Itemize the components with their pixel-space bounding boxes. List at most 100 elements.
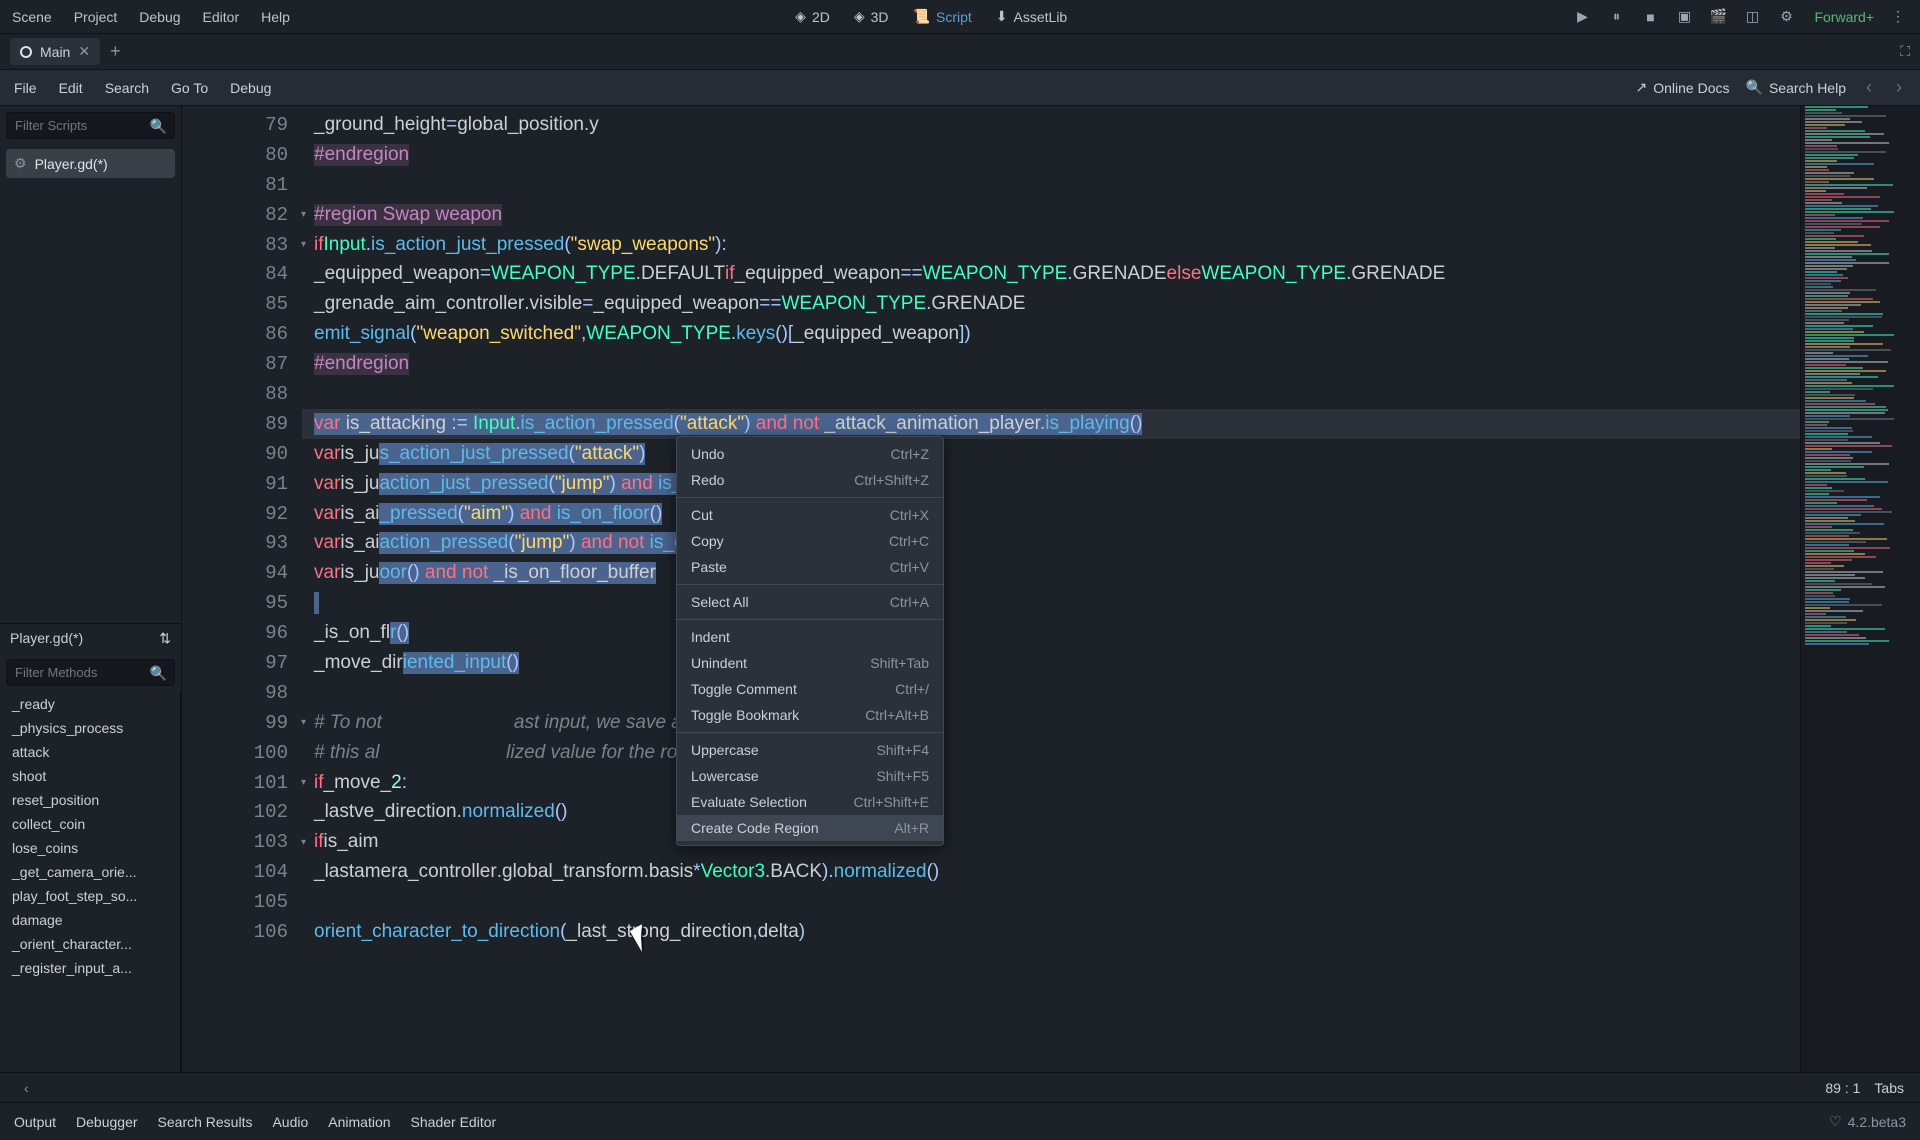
view-script[interactable]: 📜 Script — [913, 8, 972, 25]
code-line[interactable]: _last amera_controller.global_transform.… — [302, 857, 1800, 887]
context-uppercase[interactable]: UppercaseShift+F4 — [677, 737, 943, 763]
code-line[interactable]: _ground_height = global_position.y — [302, 110, 1800, 140]
method-item[interactable]: play_foot_step_so... — [0, 884, 180, 908]
code-line[interactable]: if _move_ 2: — [302, 768, 1800, 798]
render-mode[interactable]: Forward+ — [1814, 9, 1874, 25]
bottom-tab-debugger[interactable]: Debugger — [76, 1114, 138, 1130]
method-item[interactable]: collect_coin — [0, 812, 180, 836]
script-menu-debug[interactable]: Debug — [230, 80, 271, 96]
method-item[interactable]: _ready — [0, 692, 180, 716]
code-line[interactable]: #endregion — [302, 140, 1800, 170]
code-line[interactable] — [302, 887, 1800, 917]
code-line[interactable]: emit_signal("weapon_switched", WEAPON_TY… — [302, 319, 1800, 349]
remote-icon[interactable]: ▣ — [1674, 7, 1694, 27]
close-tab-icon[interactable]: ✕ — [78, 43, 90, 60]
context-unindent[interactable]: UnindentShift+Tab — [677, 650, 943, 676]
method-item[interactable]: _register_input_a... — [0, 956, 180, 980]
script-menu-go-to[interactable]: Go To — [171, 80, 208, 96]
method-item[interactable]: reset_position — [0, 788, 180, 812]
view-2d[interactable]: ◈ 2D — [795, 8, 830, 25]
search-icon[interactable]: 🔍 — [150, 118, 167, 135]
method-item[interactable]: attack — [0, 740, 180, 764]
script-menu-file[interactable]: File — [14, 80, 37, 96]
code-line[interactable]: var is_ai _pressed("aim") and is_on_floo… — [302, 499, 1800, 529]
context-lowercase[interactable]: LowercaseShift+F5 — [677, 763, 943, 789]
code-line[interactable] — [302, 588, 1800, 618]
online-docs-button[interactable]: ↗ Online Docs — [1636, 79, 1730, 96]
menu-debug[interactable]: Debug — [139, 9, 180, 25]
menu-scene[interactable]: Scene — [12, 9, 52, 25]
code-line[interactable]: var is_ju oor() and not _is_on_floor_buf… — [302, 558, 1800, 588]
pause-icon[interactable]: ⏸ — [1606, 7, 1626, 27]
context-indent[interactable]: Indent — [677, 624, 943, 650]
code-line[interactable] — [302, 678, 1800, 708]
stop-icon[interactable]: ■ — [1640, 7, 1660, 27]
code-line[interactable]: # this al lized value for the rotation b… — [302, 738, 1800, 768]
code-line[interactable]: _equipped_weapon = WEAPON_TYPE.DEFAULT i… — [302, 259, 1800, 289]
method-item[interactable]: _physics_process — [0, 716, 180, 740]
method-item[interactable]: lose_coins — [0, 836, 180, 860]
menu-help[interactable]: Help — [261, 9, 290, 25]
menu-editor[interactable]: Editor — [203, 9, 240, 25]
search-icon[interactable]: 🔍 — [150, 665, 167, 682]
code-line[interactable]: _is_on_fl r() — [302, 618, 1800, 648]
indent-mode[interactable]: Tabs — [1874, 1080, 1904, 1096]
context-toggle-comment[interactable]: Toggle CommentCtrl+/ — [677, 676, 943, 702]
context-toggle-bookmark[interactable]: Toggle BookmarkCtrl+Alt+B — [677, 702, 943, 728]
minimap[interactable] — [1800, 106, 1920, 1072]
context-copy[interactable]: CopyCtrl+C — [677, 528, 943, 554]
code-line[interactable]: #endregion — [302, 349, 1800, 379]
context-select-all[interactable]: Select AllCtrl+A — [677, 589, 943, 615]
code-line[interactable]: #region Swap weapon — [302, 200, 1800, 230]
context-redo[interactable]: RedoCtrl+Shift+Z — [677, 467, 943, 493]
code-line[interactable]: if Input.is_action_just_pressed("swap_we… — [302, 230, 1800, 260]
scene-tab-main[interactable]: Main ✕ — [10, 38, 100, 65]
render-icon[interactable]: ⚙ — [1776, 7, 1796, 27]
bottom-tab-search-results[interactable]: Search Results — [158, 1114, 253, 1130]
code-line[interactable]: _last ve_direction.normalized() — [302, 797, 1800, 827]
context-undo[interactable]: UndoCtrl+Z — [677, 441, 943, 467]
script-menu-edit[interactable]: Edit — [59, 80, 83, 96]
view-assetlib[interactable]: ⬇ AssetLib — [996, 8, 1067, 25]
script-menu-search[interactable]: Search — [105, 80, 149, 96]
code-line[interactable]: # To not ast input, we save a last stron… — [302, 708, 1800, 738]
code-line[interactable]: var is_attacking := Input.is_action_pres… — [302, 409, 1800, 439]
bottom-tab-output[interactable]: Output — [14, 1114, 56, 1130]
method-item[interactable]: _orient_character... — [0, 932, 180, 956]
play-icon[interactable]: ▶ — [1572, 7, 1592, 27]
context-cut[interactable]: CutCtrl+X — [677, 502, 943, 528]
method-item[interactable]: _get_camera_orie... — [0, 860, 180, 884]
nav-fwd-icon[interactable]: › — [1892, 77, 1906, 98]
movie-icon[interactable]: 🎬 — [1708, 7, 1728, 27]
code-line[interactable] — [302, 170, 1800, 200]
code-line[interactable]: _grenade_aim_controller.visible = _equip… — [302, 289, 1800, 319]
search-help-button[interactable]: 🔍 Search Help — [1746, 79, 1846, 96]
add-tab-button[interactable]: + — [110, 41, 121, 62]
bottom-tab-audio[interactable]: Audio — [272, 1114, 308, 1130]
code-line[interactable]: orient_character_to_direction(_last_stro… — [302, 917, 1800, 947]
code-editor[interactable]: 79808182▾83▾8485868788899091929394959697… — [182, 106, 1920, 1072]
method-item[interactable]: damage — [0, 908, 180, 932]
script-list-item[interactable]: ⚙ Player.gd(*) — [6, 149, 175, 178]
bottom-tab-animation[interactable]: Animation — [328, 1114, 390, 1130]
back-chevron-icon[interactable]: ‹ — [24, 1080, 29, 1096]
nav-back-icon[interactable]: ‹ — [1862, 77, 1876, 98]
vert-dots-icon[interactable]: ⋮ — [1888, 7, 1908, 27]
code-line[interactable] — [302, 379, 1800, 409]
play-scene-icon[interactable]: ◫ — [1742, 7, 1762, 27]
context-create-code-region[interactable]: Create Code RegionAlt+R — [677, 815, 943, 841]
expand-icon[interactable]: ⛶ — [1900, 43, 1910, 60]
method-item[interactable]: shoot — [0, 764, 180, 788]
menu-project[interactable]: Project — [74, 9, 118, 25]
context-evaluate-selection[interactable]: Evaluate SelectionCtrl+Shift+E — [677, 789, 943, 815]
code-body[interactable]: _ground_height = global_position.y#endre… — [302, 106, 1800, 1072]
code-line[interactable]: var is_ai action_pressed("jump") and not… — [302, 528, 1800, 558]
sort-icon[interactable]: ⇅ — [159, 630, 171, 647]
code-line[interactable]: var is_ju s_action_just_pressed("attack"… — [302, 439, 1800, 469]
bottom-tab-shader-editor[interactable]: Shader Editor — [411, 1114, 497, 1130]
view-3d[interactable]: ◈ 3D — [854, 8, 889, 25]
code-line[interactable]: _move_dir iented_input() — [302, 648, 1800, 678]
method-list[interactable]: _ready_physics_processattackshootreset_p… — [0, 692, 181, 1072]
context-paste[interactable]: PasteCtrl+V — [677, 554, 943, 580]
code-line[interactable]: var is_ju action_just_pressed("jump") an… — [302, 469, 1800, 499]
